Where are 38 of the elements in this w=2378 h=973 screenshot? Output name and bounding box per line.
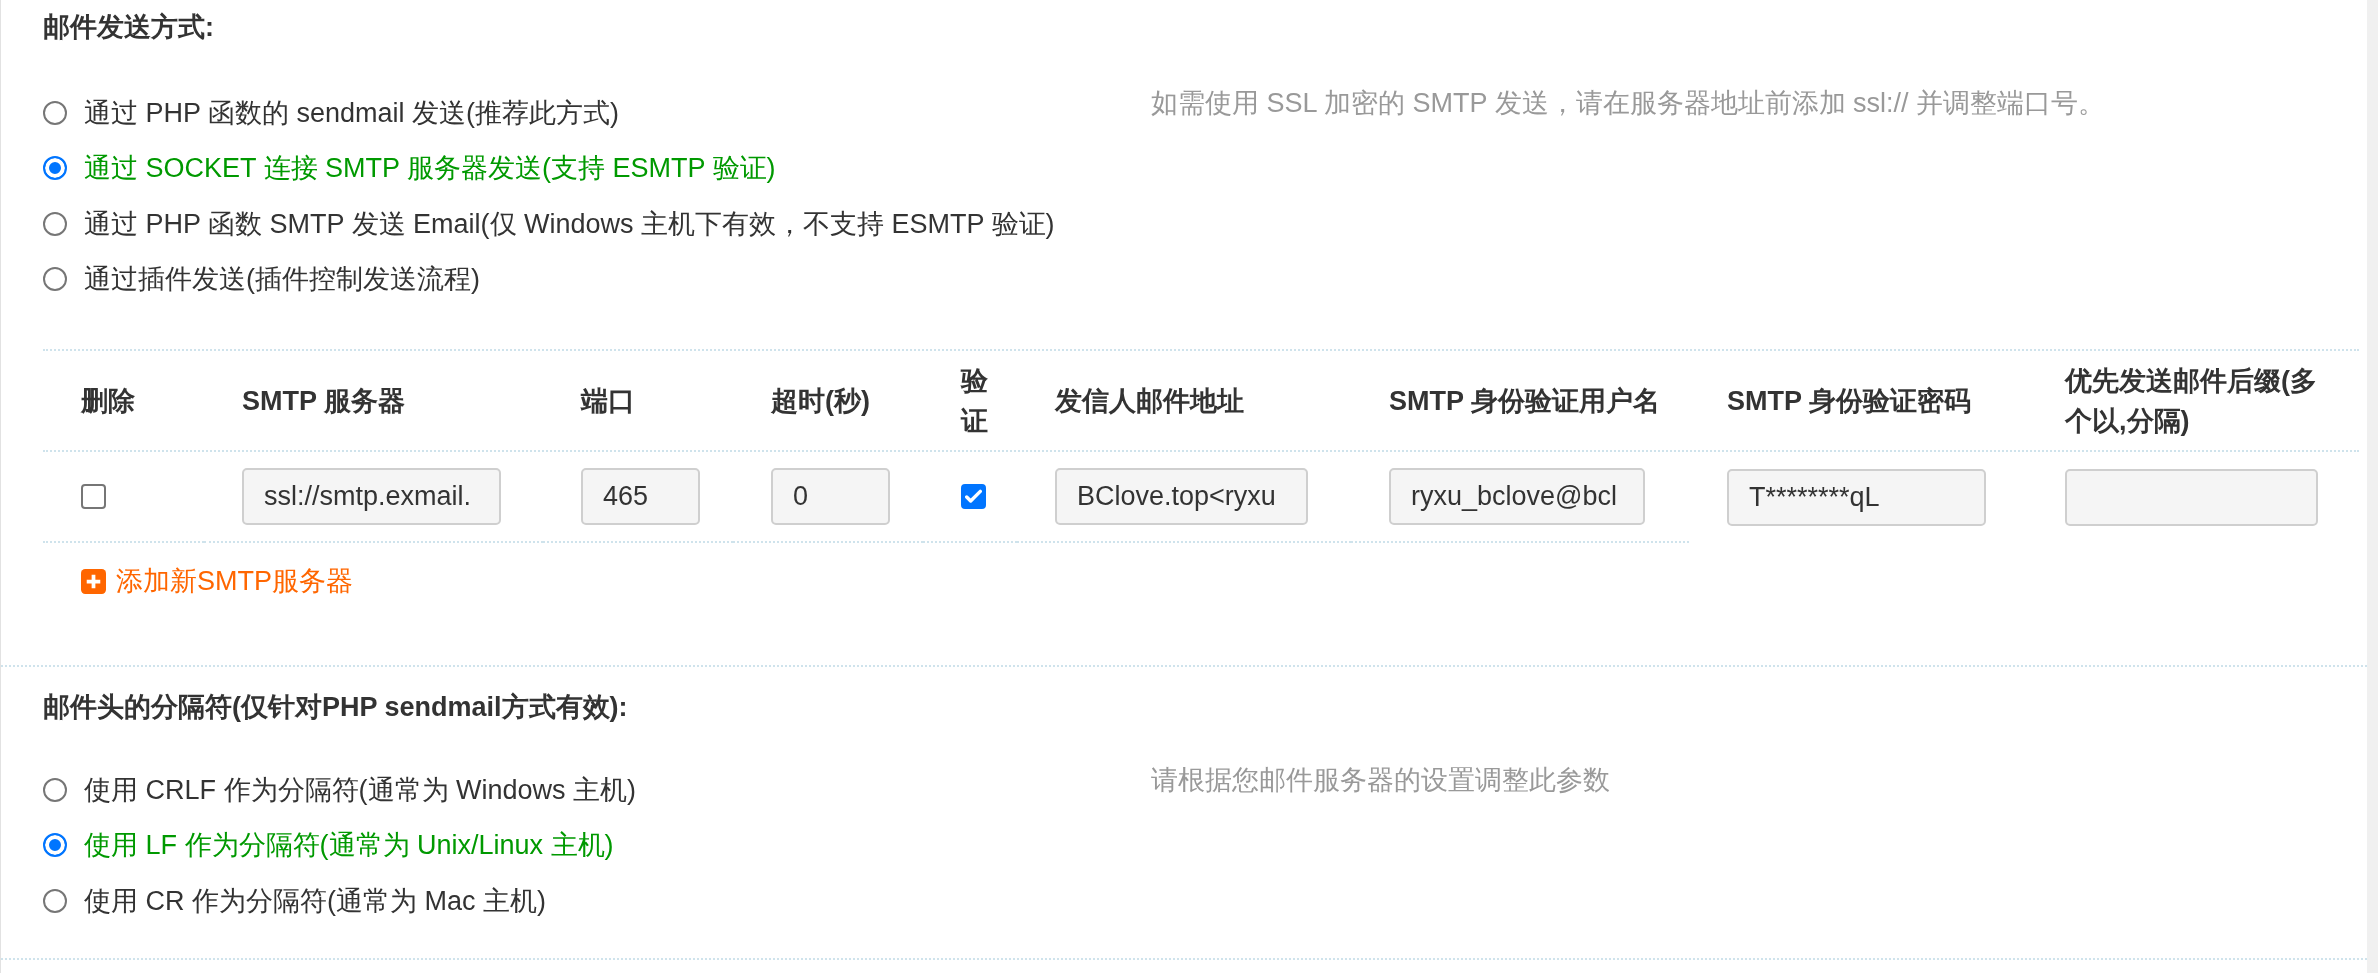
port-field[interactable]: 465 (581, 468, 700, 525)
column-header: 验证 (961, 364, 989, 438)
server-field[interactable]: ssl://smtp.exmail. (242, 468, 501, 525)
radio-button[interactable] (43, 888, 67, 913)
radio-button[interactable] (43, 156, 67, 181)
password-field[interactable]: T********qL (1727, 469, 1986, 526)
section-title: 邮件发送方式: (43, 11, 214, 44)
column-header: SMTP 身份验证密码 (1727, 384, 1971, 418)
username-field[interactable]: ryxu_bclove@bcl (1389, 468, 1645, 525)
column-header: SMTP 身份验证用户名 (1389, 384, 1660, 418)
radio-button[interactable] (43, 267, 67, 292)
auth-checkbox[interactable] (961, 484, 986, 509)
column-header: 删除 (81, 384, 135, 418)
column-header: SMTP 服务器 (242, 384, 405, 418)
option-label[interactable]: 通过插件发送(插件控制发送流程) (84, 262, 480, 297)
radio-button[interactable] (43, 211, 67, 236)
hint-text: 如需使用 SSL 加密的 SMTP 发送，请在服务器地址前添加 ssl:// 并调整端口号。 (1151, 87, 2106, 120)
plus-icon (81, 568, 106, 594)
radio-button[interactable] (43, 100, 67, 125)
option-label[interactable]: 使用 LF 作为分隔符(通常为 Unix/Linux 主机) (84, 828, 614, 863)
radio-button[interactable] (43, 833, 67, 858)
radio-button[interactable] (43, 777, 67, 802)
option-label[interactable]: 通过 PHP 函数 SMTP 发送 Email(仅 Windows 主机下有效，不支持 ESMTP 验证) (84, 206, 1055, 241)
section-title: 邮件头的分隔符(仅针对PHP sendmail方式有效): (43, 691, 628, 724)
option-label[interactable]: 使用 CRLF 作为分隔符(通常为 Windows 主机) (84, 772, 637, 807)
hint-text: 请根据您邮件服务器的设置调整此参数 (1151, 764, 1610, 797)
checkmark-icon (965, 488, 982, 505)
timeout-field[interactable]: 0 (771, 468, 890, 525)
column-header: 发信人邮件地址 (1055, 384, 1244, 418)
option-label[interactable]: 通过 SOCKET 连接 SMTP 服务器发送(支持 ESMTP 验证) (84, 151, 776, 186)
column-header: 优先发送邮件后缀(多个以,分隔) (2065, 364, 2318, 438)
sender-email-field[interactable]: BClove.top<ryxu (1055, 468, 1308, 525)
option-label[interactable]: 使用 CR 作为分隔符(通常为 Mac 主机) (84, 883, 546, 918)
column-header: 端口 (581, 384, 635, 418)
suffix-field[interactable] (2065, 469, 2318, 526)
option-label[interactable]: 通过 PHP 函数的 sendmail 发送(推荐此方式) (84, 95, 620, 130)
delete-checkbox[interactable] (81, 484, 106, 509)
column-header: 超时(秒) (771, 384, 870, 418)
